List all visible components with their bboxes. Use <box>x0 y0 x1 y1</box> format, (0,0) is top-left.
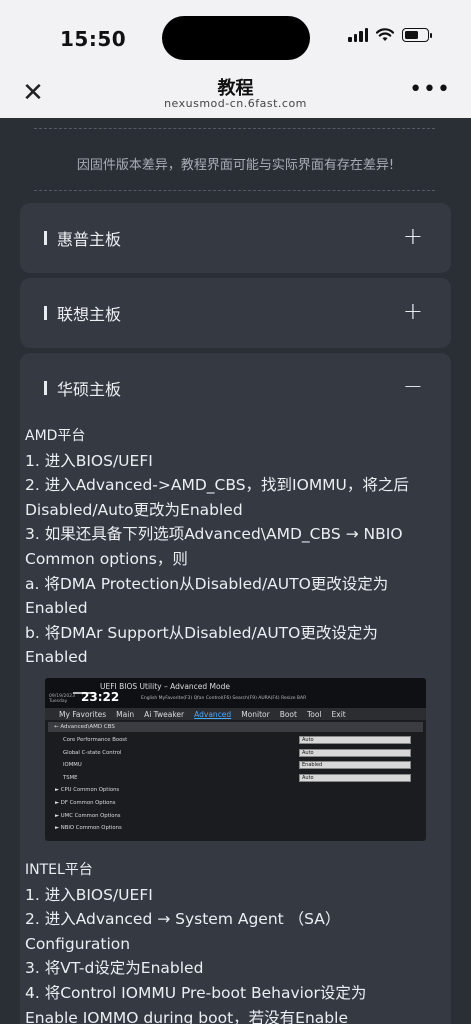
amd-instructions: AMD平台 1. 进入BIOS/UEFI 2. 进入Advanced->AMD_… <box>25 424 415 670</box>
intel-step: 2. 进入Advanced → System Agent （SA） Config… <box>25 910 341 953</box>
bios-setting: Core Performance Boost Auto <box>45 734 426 747</box>
bios-path: ← Advanced\AMD CBS <box>48 722 423 732</box>
bios-topbar: UEFI BIOS Utility – Advanced Mode 09/19/… <box>45 678 426 708</box>
bios-submenu-label: ► NBIO Common Options <box>55 825 122 832</box>
page-url: nexusmod-cn.6fast.com <box>164 97 307 110</box>
bios-setting-label: TSME <box>63 774 78 781</box>
panel-title: 惠普主板 <box>57 230 122 249</box>
amd-step: 1. 进入BIOS/UEFI <box>25 451 153 470</box>
panel-header[interactable]: 惠普主板 + <box>20 203 451 273</box>
bios-submenu-label: ► UMC Common Options <box>55 812 121 819</box>
bios-menu-item: Tool <box>306 709 322 719</box>
bios-submenu: ► DF Common Options <box>45 797 426 810</box>
title-bar-marker <box>44 231 47 245</box>
browser-chrome: 15:50 ✕ 教程 nexusmod-cn.6fast.com ••• <box>0 0 471 118</box>
bios-heading: UEFI BIOS Utility – Advanced Mode <box>100 682 230 691</box>
status-icons <box>348 28 432 42</box>
panel-hp[interactable]: 惠普主板 + <box>20 203 451 273</box>
bios-menu-item: Monitor <box>241 709 270 719</box>
amd-heading: AMD平台 <box>25 428 86 444</box>
amd-step: 2. 进入Advanced->AMD_CBS，找到IOMMU，将之后Disabl… <box>25 476 409 519</box>
nav-bar: ✕ 教程 nexusmod-cn.6fast.com ••• <box>0 70 471 118</box>
bios-setting-value: Auto <box>299 773 411 782</box>
bios-submenu-label: ► CPU Common Options <box>55 787 120 794</box>
tutorial-content: 因固件版本差异，教程界面可能与实际界面有存在差异! 惠普主板 + 联想主板 + … <box>0 118 471 1024</box>
bios-menu-item: Exit <box>331 709 346 719</box>
divider <box>34 128 435 129</box>
bios-setting-label: IOMMU <box>63 762 82 769</box>
panel-header[interactable]: 联想主板 + <box>20 278 451 348</box>
bios-setting: TSME Auto <box>45 772 426 785</box>
bios-setting-value: Auto <box>299 748 411 757</box>
bios-menu-item: Main <box>116 709 135 719</box>
dynamic-island <box>162 16 310 60</box>
expand-icon[interactable]: + <box>403 297 423 325</box>
intel-instructions: INTEL平台 1. 进入BIOS/UEFI 2. 进入Advanced → S… <box>25 858 415 1024</box>
bios-tools: English MyFavorite(F3) Qfan Control(F6) … <box>141 696 307 701</box>
panel-title: 华硕主板 <box>57 380 122 399</box>
bios-menu-item: My Favorites <box>59 709 107 719</box>
bios-menu-item-active: Advanced <box>194 709 232 719</box>
intel-step: 1. 进入BIOS/UEFI <box>25 885 153 904</box>
bios-submenu-label: ► DF Common Options <box>55 799 116 806</box>
status-bar: 15:50 <box>0 0 471 74</box>
bios-setting-value: Auto <box>299 736 411 744</box>
intel-step: 4. 将Control IOMMU Pre-boot Behavior设定为En… <box>25 983 367 1024</box>
amd-step: 3. 如果还具备下列选项Advanced\AMD_CBS → NBIO Comm… <box>25 525 403 568</box>
bios-setting: IOMMU Enabled <box>45 759 426 772</box>
bios-setting-label: Global C-state Control <box>63 749 122 756</box>
bios-date: 09/19/2023 Tuesday <box>49 694 75 704</box>
intel-step: 3. 将VT-d设定为Enabled <box>25 959 204 978</box>
bios-menu: My Favorites Main Ai Tweaker Advanced Mo… <box>45 708 426 720</box>
bios-setting-label: Core Performance Boost <box>63 737 128 743</box>
divider <box>34 190 435 191</box>
status-time: 15:50 <box>60 27 127 51</box>
panel-lenovo[interactable]: 联想主板 + <box>20 278 451 348</box>
battery-icon <box>402 28 432 42</box>
bios-clock: 23:22 <box>81 690 120 704</box>
amd-step: b. 将DMAr Support从Disabled/AUTO更改设定为Enabl… <box>25 623 378 667</box>
cellular-signal-icon <box>348 28 368 42</box>
bios-submenu: ► UMC Common Options <box>45 810 426 823</box>
amd-step: a. 将DMA Protection从Disabled/AUTO更改设定为Ena… <box>25 574 389 618</box>
bios-menu-item: Boot <box>279 709 297 719</box>
collapse-icon[interactable]: − <box>403 372 423 400</box>
wifi-icon <box>376 28 394 41</box>
bios-menu-item: Ai Tweaker <box>144 709 185 719</box>
title-bar-marker <box>44 381 47 395</box>
panel-header[interactable]: 华硕主板 − <box>20 353 451 423</box>
bios-submenu: ► NBIO Common Options <box>45 822 426 835</box>
more-options-icon[interactable]: ••• <box>409 79 451 101</box>
bios-setting-value: Enabled <box>299 761 411 770</box>
bios-screenshot: UEFI BIOS Utility – Advanced Mode 09/19/… <box>45 678 426 841</box>
bios-submenu: ► CPU Common Options <box>45 784 426 797</box>
intel-heading: INTEL平台 <box>25 862 93 878</box>
notice-text: 因固件版本差异，教程界面可能与实际界面有存在差异! <box>76 158 395 173</box>
panel-title: 联想主板 <box>57 305 122 324</box>
expand-icon[interactable]: + <box>403 222 423 250</box>
bios-setting: Global C-state Control Auto <box>45 747 426 760</box>
title-bar-marker <box>44 306 47 320</box>
